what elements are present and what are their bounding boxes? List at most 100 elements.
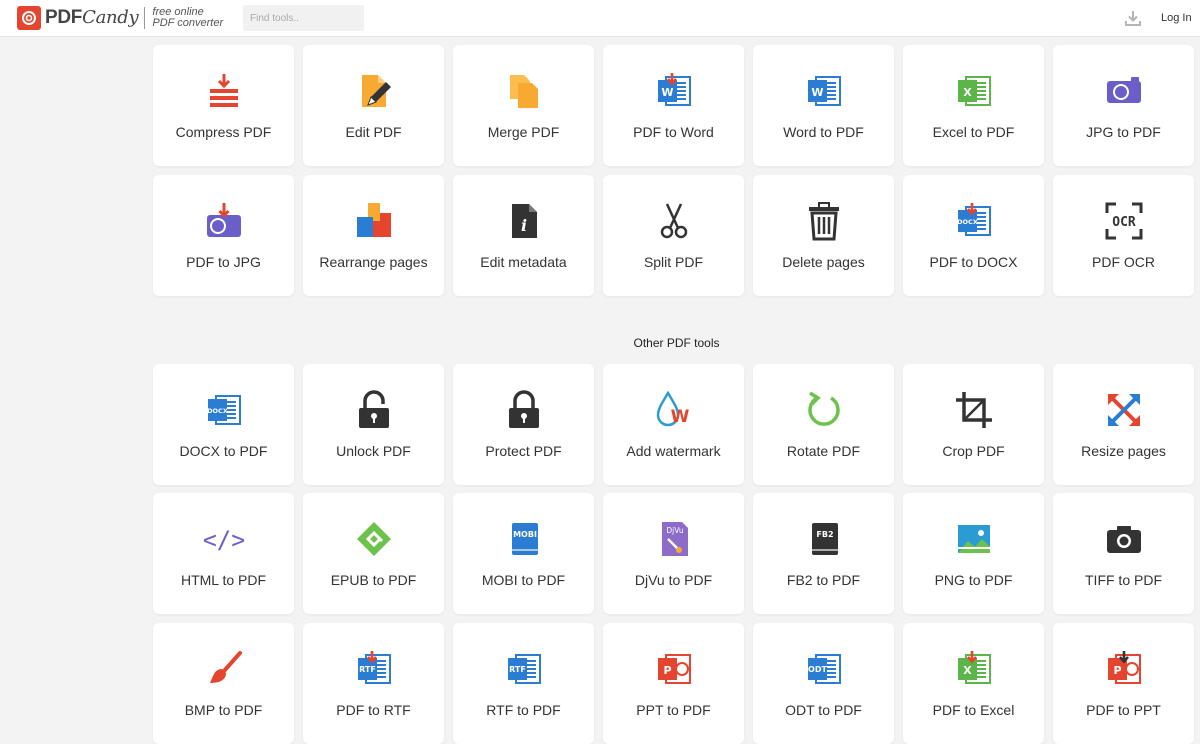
- tool-card-label: Edit metadata: [480, 254, 567, 270]
- tool-card-unlock-pdf[interactable]: Unlock PDF: [303, 364, 444, 485]
- tool-card-label: PDF to JPG: [186, 254, 261, 270]
- tool-card-label: PDF to DOCX: [929, 254, 1018, 270]
- tool-card-pdf-to-docx[interactable]: DOCX PDF to DOCX: [903, 175, 1044, 296]
- tool-card-bmp-to-pdf[interactable]: BMP to PDF: [153, 623, 294, 744]
- tool-card-png-to-pdf[interactable]: PNG to PDF: [903, 493, 1044, 614]
- svg-text:OCR: OCR: [1112, 215, 1136, 230]
- pdf-to-docx-icon: DOCX: [954, 201, 994, 241]
- svg-text:RTF: RTF: [359, 665, 376, 674]
- tool-card-label: BMP to PDF: [184, 702, 263, 718]
- svg-text:P: P: [663, 664, 671, 677]
- svg-text:DOCX: DOCX: [957, 218, 978, 226]
- paintbrush-icon: [204, 649, 244, 689]
- edit-icon: [354, 71, 394, 111]
- tool-card-rotate-pdf[interactable]: Rotate PDF: [753, 364, 894, 485]
- svg-text:ODT: ODT: [808, 665, 827, 674]
- rearrange-icon: [354, 201, 394, 241]
- tool-card-split-pdf[interactable]: Split PDF: [603, 175, 744, 296]
- tool-card-label: DOCX to PDF: [179, 443, 268, 459]
- svg-text:FB2: FB2: [816, 530, 833, 539]
- tool-card-edit-pdf[interactable]: Edit PDF: [303, 45, 444, 166]
- tool-card-odt-to-pdf[interactable]: ODT ODT to PDF: [753, 623, 894, 744]
- tool-card-pdf-ocr[interactable]: OCR PDF OCR: [1053, 175, 1194, 296]
- pdf-to-rtf-icon: RTF: [354, 649, 394, 689]
- ppt-icon: P: [654, 649, 694, 689]
- rtf-icon: RTF: [504, 649, 544, 689]
- tool-card-label: ODT to PDF: [785, 702, 862, 718]
- rotate-icon: [804, 390, 844, 430]
- tool-card-pdf-to-rtf[interactable]: RTF PDF to RTF: [303, 623, 444, 744]
- tool-card-pdf-to-ppt[interactable]: P PDF to PPT: [1053, 623, 1194, 744]
- tool-card-fb2-to-pdf[interactable]: FB2 FB2 to PDF: [753, 493, 894, 614]
- tool-card-excel-to-pdf[interactable]: X Excel to PDF: [903, 45, 1044, 166]
- tool-card-label: Protect PDF: [485, 443, 562, 459]
- pdf-to-word-icon: W: [654, 71, 694, 111]
- tool-card-label: RTF to PDF: [486, 702, 561, 718]
- fb2-icon: FB2: [804, 519, 844, 559]
- tool-card-pdf-to-excel[interactable]: X PDF to Excel: [903, 623, 1044, 744]
- tool-card-label: FB2 to PDF: [786, 572, 861, 588]
- pdf-to-ppt-icon: P: [1104, 649, 1144, 689]
- watermark-icon: W: [654, 390, 694, 430]
- logo[interactable]: PDFCandy free online PDF converter: [17, 6, 223, 30]
- tool-card-word-to-pdf[interactable]: W Word to PDF: [753, 45, 894, 166]
- logo-brand: PDF: [45, 7, 83, 28]
- tool-card-epub-to-pdf[interactable]: EPUB to PDF: [303, 493, 444, 614]
- tool-card-label: PNG to PDF: [934, 572, 1013, 588]
- other-tools-heading: Other PDF tools: [633, 336, 720, 350]
- search-input[interactable]: [243, 5, 364, 31]
- svg-text:RTF: RTF: [509, 665, 526, 674]
- tool-card-merge-pdf[interactable]: Merge PDF: [453, 45, 594, 166]
- tool-card-ppt-to-pdf[interactable]: P PPT to PDF: [603, 623, 744, 744]
- metadata-icon: i: [504, 201, 544, 241]
- tool-card-add-watermark[interactable]: W Add watermark: [603, 364, 744, 485]
- tool-card-jpg-to-pdf[interactable]: JPG to PDF: [1053, 45, 1194, 166]
- tool-card-rearrange-pages[interactable]: Rearrange pages: [303, 175, 444, 296]
- epub-icon: [354, 519, 394, 559]
- tool-card-resize-pages[interactable]: Resize pages: [1053, 364, 1194, 485]
- tool-card-label: MOBI to PDF: [481, 572, 566, 588]
- tool-card-label: PDF to RTF: [336, 702, 411, 718]
- tool-card-label: PDF to Word: [633, 124, 714, 140]
- tool-card-protect-pdf[interactable]: Protect PDF: [453, 364, 594, 485]
- tool-card-label: PDF to PPT: [1086, 702, 1161, 718]
- png-image-icon: [954, 519, 994, 559]
- scissors-icon: [654, 201, 694, 241]
- tool-card-label: Crop PDF: [942, 443, 1005, 459]
- tool-card-label: HTML to PDF: [180, 572, 267, 588]
- svg-text:i: i: [520, 216, 526, 235]
- tool-card-label: TIFF to PDF: [1085, 572, 1162, 588]
- tool-card-pdf-to-jpg[interactable]: PDF to JPG: [153, 175, 294, 296]
- svg-text:DOCX: DOCX: [207, 407, 228, 415]
- tool-card-mobi-to-pdf[interactable]: MOBI MOBI to PDF: [453, 493, 594, 614]
- crop-icon: [954, 390, 994, 430]
- tool-card-label: Compress PDF: [175, 124, 272, 140]
- tool-card-label: Word to PDF: [783, 124, 864, 140]
- tool-card-label: Unlock PDF: [336, 443, 411, 459]
- tagline-line2: PDF converter: [152, 17, 224, 29]
- tool-card-edit-metadata[interactable]: i Edit metadata: [453, 175, 594, 296]
- camera-icon: [1104, 519, 1144, 559]
- tool-card-docx-to-pdf[interactable]: DOCX DOCX to PDF: [153, 364, 294, 485]
- lock-icon: [504, 390, 544, 430]
- jpg-icon: [1104, 71, 1144, 111]
- svg-text:W: W: [811, 86, 823, 99]
- tool-card-label: Excel to PDF: [932, 124, 1015, 140]
- download-icon[interactable]: [1124, 9, 1142, 27]
- tool-card-html-to-pdf[interactable]: </> HTML to PDF: [153, 493, 294, 614]
- tool-card-rtf-to-pdf[interactable]: RTF RTF to PDF: [453, 623, 594, 744]
- svg-text:X: X: [963, 86, 972, 99]
- login-link[interactable]: Log In: [1161, 12, 1192, 24]
- html-code-icon: </>: [204, 519, 244, 559]
- tool-card-tiff-to-pdf[interactable]: TIFF to PDF: [1053, 493, 1194, 614]
- tool-card-label: Add watermark: [626, 443, 721, 459]
- logo-tagline: free online PDF converter: [152, 7, 223, 29]
- svg-text:X: X: [963, 664, 972, 677]
- merge-icon: [504, 71, 544, 111]
- tool-card-delete-pages[interactable]: Delete pages: [753, 175, 894, 296]
- tool-card-compress-pdf[interactable]: Compress PDF: [153, 45, 294, 166]
- tool-card-djvu-to-pdf[interactable]: DjVu DjVu to PDF: [603, 493, 744, 614]
- tool-card-pdf-to-word[interactable]: W PDF to Word: [603, 45, 744, 166]
- tool-card-crop-pdf[interactable]: Crop PDF: [903, 364, 1044, 485]
- tool-card-label: PDF to Excel: [932, 702, 1015, 718]
